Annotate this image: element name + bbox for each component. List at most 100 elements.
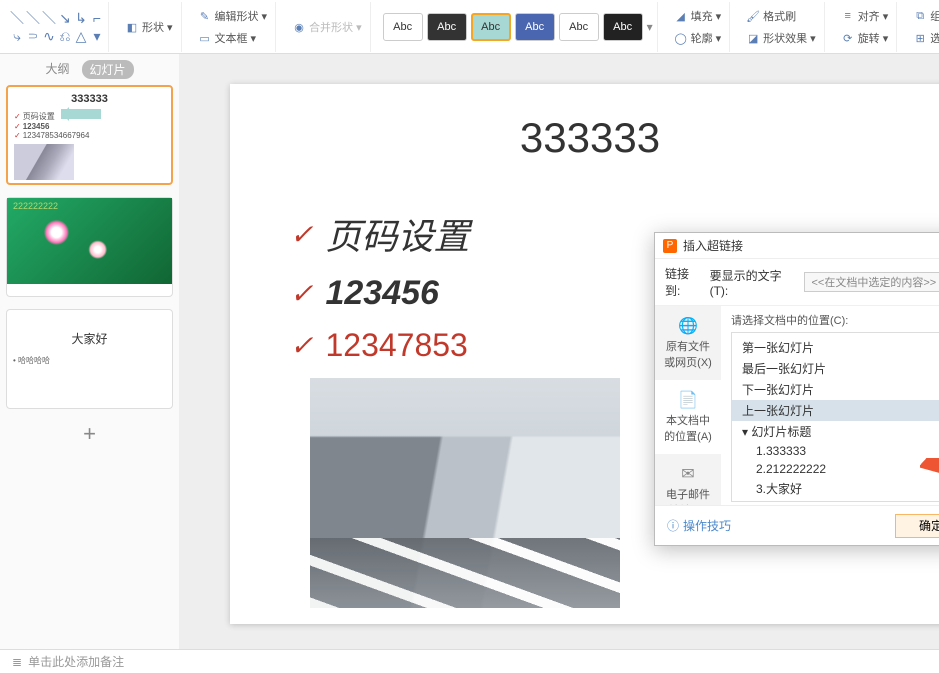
line-icon[interactable]: ＼	[42, 10, 56, 26]
notes-bar[interactable]: ≣ 单击此处添加备注	[0, 649, 939, 673]
fill-button[interactable]: ◢填充 ▾	[670, 6, 726, 26]
select-icon: ⊞	[913, 31, 927, 45]
style-more-icon[interactable]: ▾	[647, 20, 653, 34]
slide-image[interactable]	[310, 378, 620, 608]
check-icon: ✓	[290, 277, 313, 310]
format-painter-button[interactable]: 🖌格式刷	[742, 6, 820, 26]
line-icon[interactable]: ⌐	[90, 10, 104, 26]
line-icon[interactable]: ▾	[90, 28, 104, 44]
tree-item-prev[interactable]: 上一张幻灯片	[732, 400, 939, 421]
tab-outline[interactable]: 大纲	[45, 60, 69, 79]
style-preset[interactable]: Abc	[515, 13, 555, 41]
edit-shape-button[interactable]: ✎编辑形状 ▾	[194, 6, 272, 26]
tree-item-slide2[interactable]: 2.212222222	[732, 460, 939, 478]
insert-hyperlink-dialog: P 插入超链接 ✕ 链接到: 要显示的文字(T): 屏幕提示(P)... 🌐原有…	[654, 232, 939, 546]
shapes-icon: ◧	[125, 20, 139, 34]
effects-icon: ◪	[746, 31, 760, 45]
rotate-button[interactable]: ⟳旋转 ▾	[837, 28, 893, 48]
line-icon[interactable]: ∿	[42, 28, 56, 44]
link-to-label: 链接到:	[665, 265, 704, 299]
tree-item-last[interactable]: 最后一张幻灯片	[732, 358, 939, 379]
tree-item-first[interactable]: 第一张幻灯片	[732, 337, 939, 358]
slide-text-row[interactable]: 页码设置	[325, 208, 469, 260]
tree-item-titles[interactable]: ▾ 幻灯片标题	[732, 421, 939, 442]
merge-icon: ◉	[292, 20, 306, 34]
dialog-sidebar: 🌐原有文件 或网页(X) 📄本文档中 的位置(A) ✉电子邮件 地址(M)	[655, 306, 721, 505]
style-preset-selected[interactable]: Abc	[471, 13, 511, 41]
group-button[interactable]: ⧉组合 ▾	[909, 6, 939, 26]
thumb-image: 222222222	[7, 198, 172, 284]
select-button[interactable]: ⊞选择 ▾	[909, 28, 939, 48]
shapes-dropdown[interactable]: ◧形状 ▾	[121, 17, 177, 37]
textbox-button[interactable]: ▭文本框 ▾	[194, 28, 272, 48]
tree-item-next[interactable]: 下一张幻灯片	[732, 379, 939, 400]
side-place-in-doc[interactable]: 📄本文档中 的位置(A)	[655, 380, 721, 454]
brush-icon: 🖌	[746, 9, 760, 23]
dialog-titlebar[interactable]: P 插入超链接 ✕	[655, 233, 939, 259]
thumb-line: 页码设置	[23, 112, 55, 121]
slide-thumb-3[interactable]: 大家好 • 哈哈哈哈	[6, 309, 173, 409]
merge-shapes-button: ◉合并形状 ▾	[288, 17, 366, 37]
style-gallery[interactable]: Abc Abc Abc Abc Abc Abc ▾	[383, 13, 653, 41]
style-preset[interactable]: Abc	[383, 13, 423, 41]
app-icon: P	[663, 239, 677, 253]
arrow-shape-icon	[61, 109, 101, 119]
thumb-image	[14, 144, 74, 180]
globe-icon: 🌐	[659, 316, 717, 336]
style-preset[interactable]: Abc	[603, 13, 643, 41]
ribbon-toolbar: ＼ ＼ ＼ ↘ ↳ ⌐ ⤷ ⸧ ∿ ⎌ △ ▾ ◧形状 ▾ ✎编辑形状 ▾ ▭文…	[0, 0, 939, 54]
thumb-line: 123478534667964	[23, 131, 90, 140]
outline-button[interactable]: ◯轮廓 ▾	[670, 28, 726, 48]
tab-slides[interactable]: 幻灯片	[82, 60, 134, 79]
tree-label: 请选择文档中的位置(C):	[731, 312, 939, 328]
outline-icon: ◯	[674, 31, 688, 45]
line-icon[interactable]: ↳	[74, 10, 88, 26]
thumb-title: 333333	[14, 93, 165, 105]
dialog-title: 插入超链接	[683, 237, 743, 254]
shape-effects-button[interactable]: ◪形状效果 ▾	[742, 28, 820, 48]
align-icon: ≡	[841, 9, 855, 23]
line-icon[interactable]: ⤷	[10, 28, 24, 44]
notes-icon: ≣	[12, 655, 22, 669]
line-icon[interactable]: ⸧	[26, 28, 40, 44]
tree-item-slide3[interactable]: 3.大家好	[732, 478, 939, 499]
lines-gallery[interactable]: ＼ ＼ ＼ ↘ ↳ ⌐ ⤷ ⸧ ∿ ⎌ △ ▾	[6, 2, 109, 52]
style-preset[interactable]: Abc	[559, 13, 599, 41]
operation-tips-link[interactable]: ⓘ操作技巧	[667, 517, 731, 534]
location-tree[interactable]: 第一张幻灯片 最后一张幻灯片 下一张幻灯片 上一张幻灯片 ▾ 幻灯片标题 1.3…	[731, 332, 939, 502]
slide-text-row[interactable]: 123456	[325, 274, 438, 313]
fill-icon: ◢	[674, 9, 688, 23]
editor-canvas[interactable]: ⟳ 333333 ✓页码设置 ✓123456 ✓12347853 P 插入超链接…	[180, 54, 939, 649]
display-text-input[interactable]	[804, 272, 939, 292]
display-text-label: 要显示的文字(T):	[710, 267, 799, 298]
slide-thumb-1[interactable]: 333333 ✓页码设置 ✓123456 ✓123478534667964	[6, 85, 173, 185]
line-icon[interactable]: ＼	[26, 10, 40, 26]
rotate-icon: ⟳	[841, 31, 855, 45]
check-icon: ✓	[14, 122, 21, 131]
slide-panel: 大纲 幻灯片 1 333333 ✓页码设置 ✓123456 ✓123478534…	[0, 54, 180, 649]
align-button[interactable]: ≡对齐 ▾	[837, 6, 893, 26]
slide-title[interactable]: 333333	[290, 114, 890, 162]
check-icon: ✓	[290, 218, 313, 251]
line-icon[interactable]: ⎌	[58, 28, 72, 44]
side-existing-file[interactable]: 🌐原有文件 或网页(X)	[655, 306, 721, 380]
add-slide-button[interactable]: +	[6, 421, 173, 447]
side-email[interactable]: ✉电子邮件 地址(M)	[655, 454, 721, 505]
tree-item-slide1[interactable]: 1.333333	[732, 442, 939, 460]
ok-button[interactable]: 确定	[895, 514, 939, 538]
thumb-title: 大家好	[13, 330, 166, 347]
line-icon[interactable]: ＼	[10, 10, 24, 26]
edit-shape-icon: ✎	[198, 9, 212, 23]
style-preset[interactable]: Abc	[427, 13, 467, 41]
check-icon: ✓	[14, 112, 21, 121]
tip-icon: ⓘ	[667, 517, 679, 534]
thumb-title: 222222222	[7, 198, 172, 211]
check-icon: ✓	[14, 131, 21, 140]
line-icon[interactable]: △	[74, 28, 88, 44]
notes-placeholder[interactable]: 单击此处添加备注	[28, 653, 124, 670]
slide-thumb-2[interactable]: 222222222	[6, 197, 173, 297]
slide-text-row[interactable]: 12347853	[325, 327, 467, 364]
line-icon[interactable]: ↘	[58, 10, 72, 26]
thumb-line: 123456	[23, 122, 50, 131]
document-icon: 📄	[659, 390, 717, 410]
